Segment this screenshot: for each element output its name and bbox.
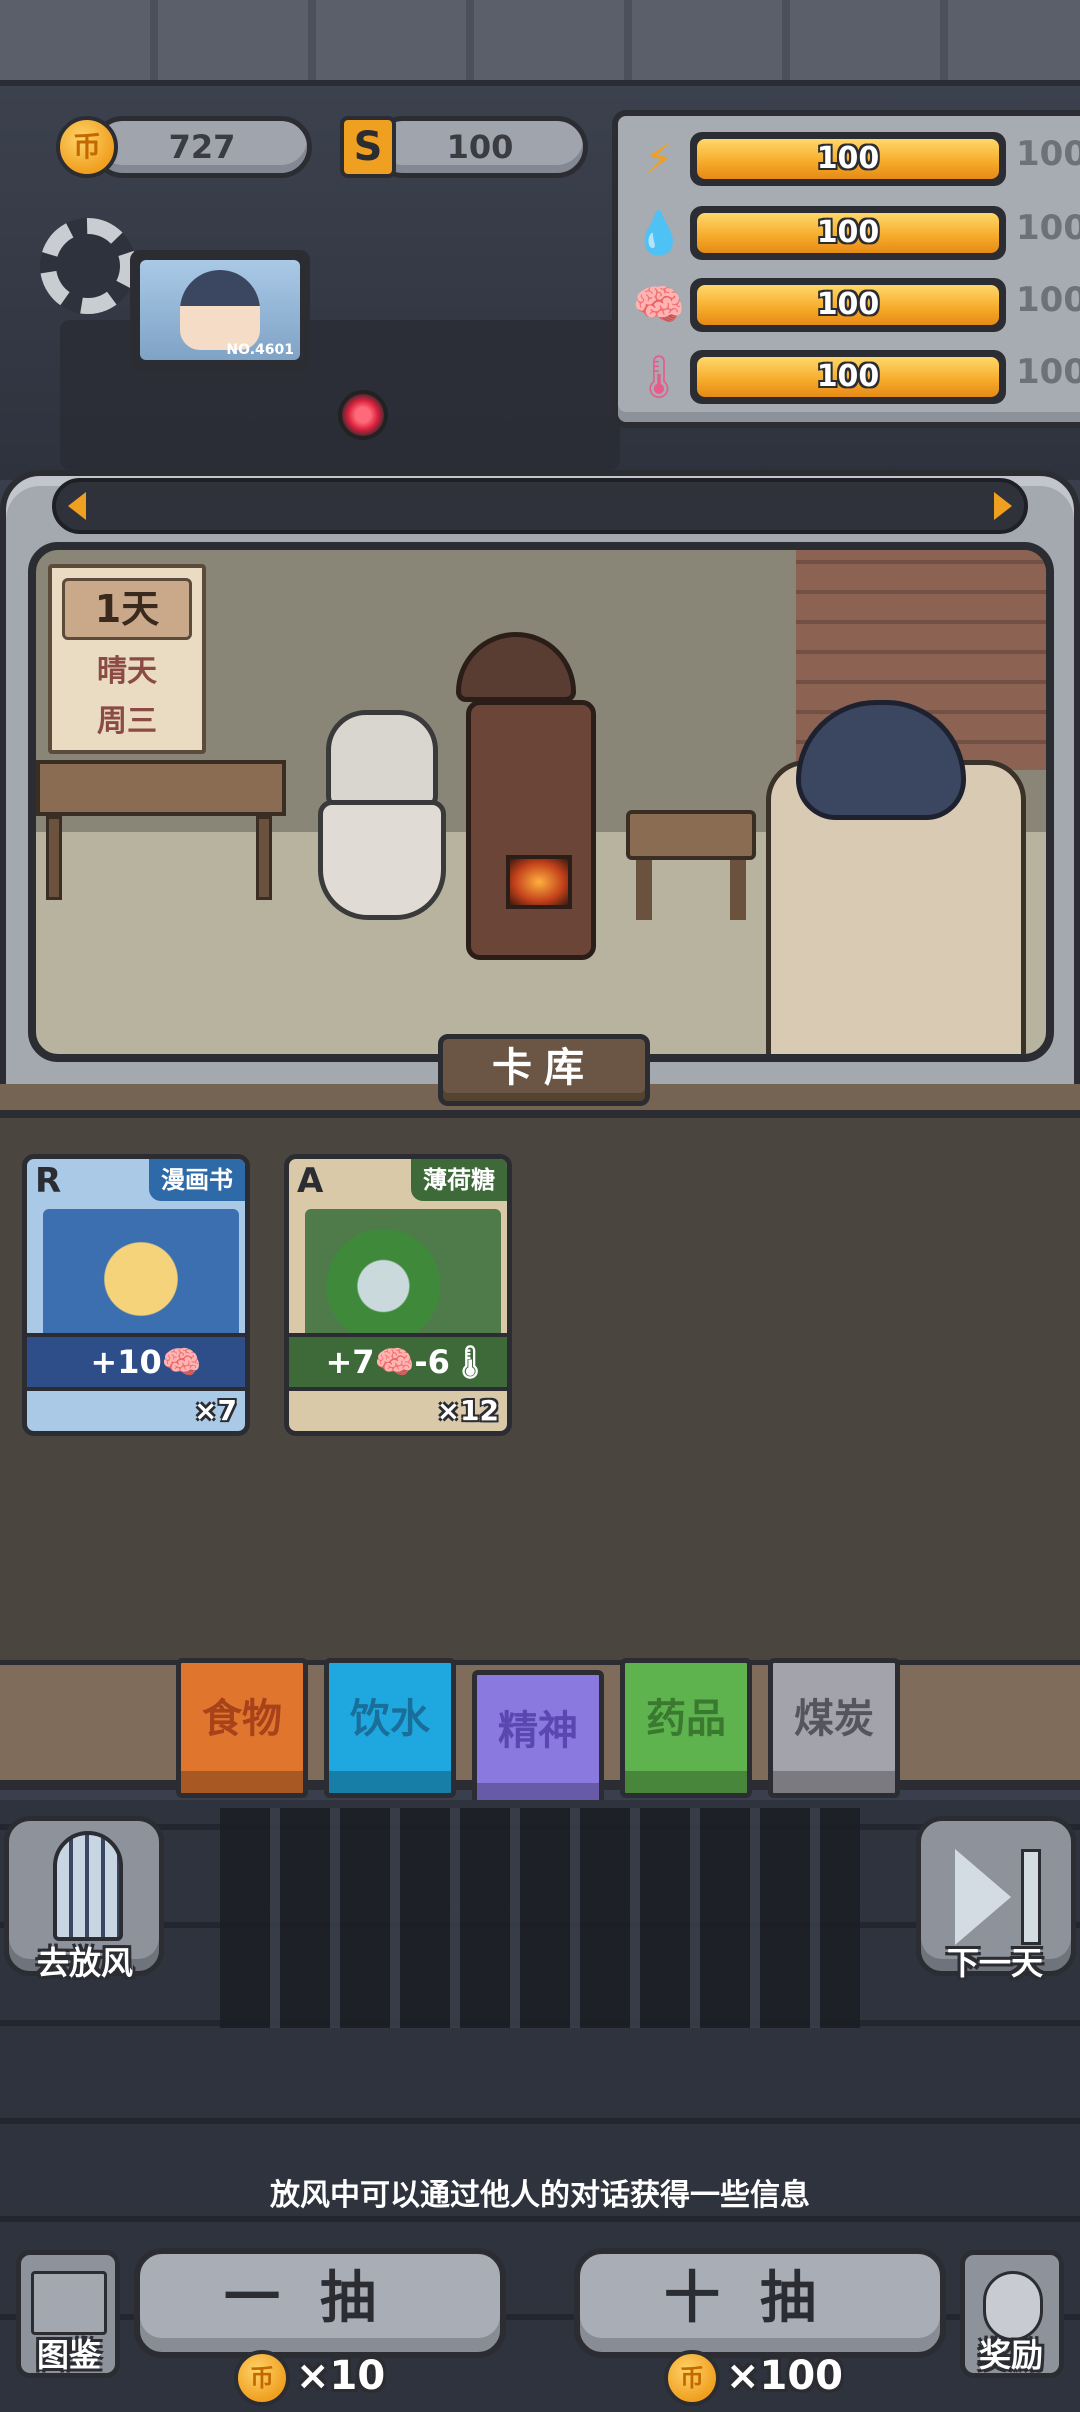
thermometer-icon: 🌡 <box>632 352 686 401</box>
book-icon <box>31 2271 107 2335</box>
temperature-max: 100 <box>1016 352 1080 392</box>
water-bar: 100 <box>690 206 1006 260</box>
stove-lid <box>456 632 576 702</box>
tab-water[interactable]: 饮水 <box>324 1658 456 1798</box>
monitor-screen: NO.4601 <box>140 260 300 360</box>
next-day-bar <box>1021 1849 1041 1945</box>
hint-text: 放风中可以通过他人的对话获得一些信息 <box>270 2178 810 2213</box>
energy-max: 100 <box>1016 134 1080 174</box>
lightning-icon: ⚡ <box>644 134 674 183</box>
coin-counter: 727 <box>92 116 312 178</box>
card-name: 漫画书 <box>149 1159 245 1201</box>
temperature-bar: 100 <box>690 350 1006 404</box>
temperature-bar-fill: 100 <box>697 357 999 397</box>
brain-icon: 🧠 <box>632 280 686 329</box>
stool <box>626 810 756 860</box>
go-out-label: 去放风 <box>36 1944 133 1982</box>
water-bar-fill: 100 <box>697 213 999 253</box>
card-mint-candy[interactable]: A 薄荷糖 +7🧠-6🌡 ×12 <box>284 1154 512 1436</box>
stat-spirit: 🧠 100 100 <box>618 272 1080 338</box>
comic-book-icon <box>43 1209 239 1349</box>
spirit-bar: 100 <box>690 278 1006 332</box>
settings-gear-icon[interactable] <box>40 218 136 314</box>
stat-water: 💧 100 100 <box>618 200 1080 266</box>
toilet-icon <box>326 710 438 810</box>
calendar-day: 1天 <box>62 578 192 640</box>
card-name: 薄荷糖 <box>411 1159 507 1201</box>
coin-value: 727 <box>168 128 236 166</box>
calendar[interactable]: 1天 晴天 周三 <box>48 564 206 754</box>
draw-one-cost-value: ×10 <box>296 2353 386 2399</box>
character-portrait <box>180 270 260 350</box>
tab-coal[interactable]: 煤炭 <box>768 1658 900 1798</box>
scene-nav-bar <box>52 478 1028 534</box>
floor-grate <box>220 1808 860 2028</box>
coin-icon: 币 <box>56 116 118 178</box>
prisoner-number: NO.4601 <box>226 342 294 358</box>
draw-one-cost: 币 ×10 <box>234 2350 385 2406</box>
desk <box>36 760 286 816</box>
draw-ten-button[interactable]: 十抽 <box>574 2248 946 2358</box>
desk-leg <box>256 816 272 900</box>
ceiling <box>0 0 1080 86</box>
stat-temperature: 🌡 100 100 <box>618 344 1080 410</box>
tab-medicine[interactable]: 药品 <box>620 1658 752 1798</box>
stove-fire <box>506 855 572 909</box>
red-alarm-light-icon <box>338 390 388 440</box>
water-max: 100 <box>1016 208 1080 248</box>
water-drop-icon: 💧 <box>632 208 686 257</box>
calendar-weekday: 周三 <box>97 704 157 739</box>
stool-legs <box>636 860 746 920</box>
card-effect: +7🧠-6🌡 <box>289 1333 507 1391</box>
spirit-bar-fill: 100 <box>697 285 999 325</box>
scene-next-arrow-icon[interactable] <box>994 492 1012 520</box>
card-effect: +10🧠 <box>27 1333 245 1391</box>
next-day-icon <box>955 1849 1011 1945</box>
gem-counter: 100 <box>372 116 588 178</box>
card-count: ×7 <box>194 1394 237 1427</box>
energy-bar-fill: 100 <box>697 139 999 179</box>
card-count: ×12 <box>436 1394 499 1427</box>
card-comic-book[interactable]: R 漫画书 +10🧠 ×7 <box>22 1154 250 1436</box>
draw-ten-cost-value: ×100 <box>726 2353 844 2399</box>
gem-value: 100 <box>446 128 514 166</box>
calendar-weather: 晴天 <box>97 654 157 689</box>
toilet-bowl <box>318 800 446 920</box>
desk-leg <box>46 816 62 900</box>
card-grade: A <box>297 1161 324 1201</box>
card-grade: R <box>35 1161 62 1201</box>
coin-icon: 币 <box>234 2350 290 2406</box>
guide-label: 图鉴 <box>36 2336 101 2374</box>
character-monitor[interactable]: NO.4601 <box>130 250 310 370</box>
door-icon <box>53 1831 123 1941</box>
draw-ten-cost: 币 ×100 <box>664 2350 843 2406</box>
stats-panel: ⚡ 100 100 💧 100 100 🧠 100 100 🌡 100 100 <box>612 110 1080 428</box>
mint-leaf-icon <box>305 1209 501 1349</box>
cell-scene: 1天 晴天 周三 <box>28 542 1054 1062</box>
scene-prev-arrow-icon[interactable] <box>68 492 86 520</box>
s-ticket-icon: S <box>340 116 396 178</box>
coin-icon: 币 <box>664 2350 720 2406</box>
tab-food[interactable]: 食物 <box>176 1658 308 1798</box>
card-library-title: 卡库 <box>438 1034 650 1106</box>
spirit-max: 100 <box>1016 280 1080 320</box>
stove-icon <box>466 700 596 960</box>
tab-spirit[interactable]: 精神 <box>472 1670 604 1810</box>
reward-label: 奖励 <box>978 2336 1043 2374</box>
next-day-label: 下一天 <box>946 1944 1043 1982</box>
draw-one-button[interactable]: 一抽 <box>134 2248 506 2358</box>
energy-bar: 100 <box>690 132 1006 186</box>
stat-energy: ⚡ 100 100 <box>618 126 1080 192</box>
